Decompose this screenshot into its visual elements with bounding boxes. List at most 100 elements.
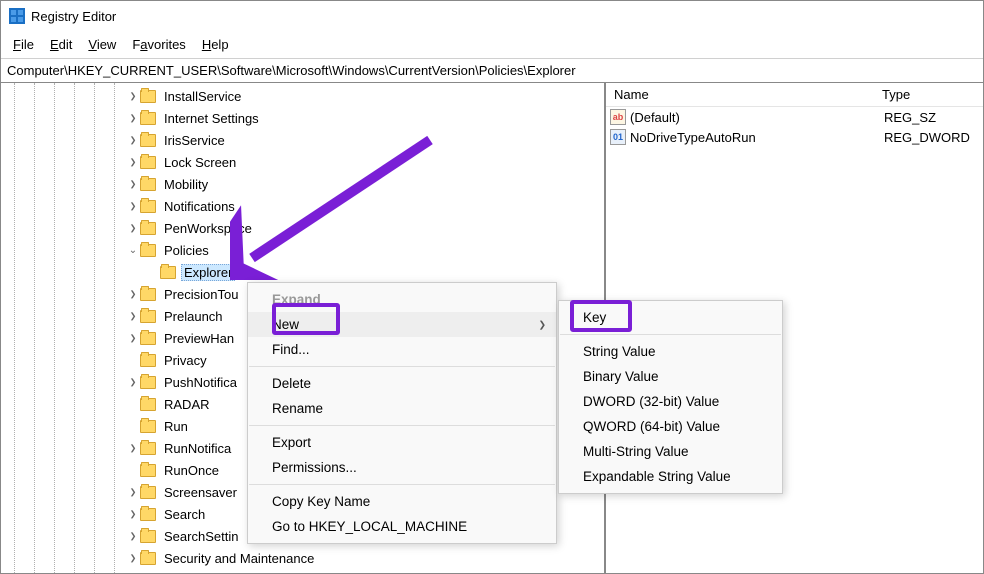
menu-help[interactable]: Help [194,33,237,56]
dword-value-icon: 01 [610,129,626,145]
ctx-new-binary[interactable]: Binary Value [559,364,782,389]
ctx-copy-key-name[interactable]: Copy Key Name [248,489,556,514]
ctx-new-string[interactable]: String Value [559,339,782,364]
folder-icon [140,398,156,411]
chevron-right-icon[interactable]: ❯ [127,136,138,145]
tree-item-label: Run [161,418,191,435]
chevron-right-icon[interactable]: ❯ [127,92,138,101]
menubar: File Edit View Favorites Help [1,31,983,59]
tree-item-label: RunOnce [161,462,222,479]
value-type: REG_DWORD [884,130,979,145]
tree-item[interactable]: ⌄Policies [1,239,604,261]
tree-item-label: RADAR [161,396,213,413]
ctx-permissions[interactable]: Permissions... [248,455,556,480]
menu-edit[interactable]: Edit [42,33,80,56]
tree-item-label: Explorer [181,264,235,281]
tree-item-label: PenWorkspace [161,220,255,237]
tree-item-label: PrecisionTou [161,286,241,303]
chevron-right-icon[interactable]: ❯ [127,444,138,453]
chevron-right-icon[interactable]: ❯ [127,312,138,321]
tree-item[interactable]: ❯Mobility [1,173,604,195]
chevron-right-icon[interactable]: ❯ [127,488,138,497]
regedit-icon [9,8,25,24]
value-type: REG_SZ [884,110,979,125]
ctx-expand: Expand [248,287,556,312]
chevron-right-icon[interactable]: ❯ [127,554,138,563]
tree-item-label: RunNotifica [161,440,234,457]
folder-icon [140,156,156,169]
folder-icon [160,266,176,279]
chevron-down-icon[interactable]: ⌄ [126,245,140,256]
chevron-right-icon[interactable]: ❯ [127,158,138,167]
ctx-find[interactable]: Find... [248,337,556,362]
chevron-right-icon[interactable]: ❯ [127,224,138,233]
tree-item-label: PushNotifica [161,374,240,391]
value-name: NoDriveTypeAutoRun [630,130,884,145]
context-menu-main: Expand New❯ Find... Delete Rename Export… [247,282,557,544]
tree-item-label: Search [161,506,208,523]
menu-view[interactable]: View [80,33,124,56]
col-header-name[interactable]: Name [606,83,874,106]
folder-icon [140,178,156,191]
ctx-rename[interactable]: Rename [248,396,556,421]
folder-icon [140,552,156,565]
folder-icon [140,112,156,125]
chevron-right-icon[interactable]: ❯ [127,378,138,387]
ctx-export[interactable]: Export [248,430,556,455]
folder-icon [140,90,156,103]
folder-icon [140,332,156,345]
tree-item[interactable]: ❯ Internet Settings [1,107,604,129]
ctx-delete[interactable]: Delete [248,371,556,396]
chevron-right-icon[interactable]: ❯ [127,180,138,189]
folder-icon [140,486,156,499]
tree-item-label: Security and Maintenance [161,550,317,567]
context-menu-new: Key String Value Binary Value DWORD (32-… [558,300,783,494]
separator [249,484,555,485]
tree-item-label: Notifications [161,198,238,215]
ctx-new-expand[interactable]: Expandable String Value [559,464,782,489]
tree-item-label: Prelaunch [161,308,226,325]
chevron-right-icon[interactable]: ❯ [127,202,138,211]
menu-favorites[interactable]: Favorites [124,33,193,56]
list-row[interactable]: ab (Default)REG_SZ [606,107,983,127]
tree-item[interactable]: Explorer [1,261,604,283]
ctx-new-dword[interactable]: DWORD (32-bit) Value [559,389,782,414]
tree-item[interactable]: ❯ Lock Screen [1,151,604,173]
window-title: Registry Editor [31,9,116,24]
string-value-icon: ab [610,109,626,125]
ctx-new-key[interactable]: Key [559,305,782,330]
chevron-right-icon[interactable]: ❯ [127,334,138,343]
folder-icon [140,464,156,477]
ctx-new-qword[interactable]: QWORD (64-bit) Value [559,414,782,439]
ctx-new[interactable]: New❯ [248,312,556,337]
tree-item[interactable]: ❯ Security and Maintenance [1,547,604,569]
tree-item-label: Lock Screen [161,154,239,171]
separator [249,366,555,367]
tree-item[interactable]: ❯IrisService [1,129,604,151]
tree-item-label: Privacy [161,352,210,369]
chevron-right-icon[interactable]: ❯ [127,114,138,123]
menu-file[interactable]: File [5,33,42,56]
folder-icon [140,200,156,213]
ctx-goto-hklm[interactable]: Go to HKEY_LOCAL_MACHINE [248,514,556,539]
tree-item[interactable]: ❯ InstallService [1,85,604,107]
list-row[interactable]: 01 NoDriveTypeAutoRunREG_DWORD [606,127,983,147]
folder-icon [140,244,156,257]
folder-icon [140,508,156,521]
col-header-type[interactable]: Type [874,83,983,106]
folder-icon [140,376,156,389]
chevron-right-icon[interactable]: ❯ [127,532,138,541]
list-header: Name Type [606,83,983,107]
tree-item[interactable]: ❯ Notifications [1,195,604,217]
chevron-right-icon[interactable]: ❯ [127,510,138,519]
tree-item-label: Internet Settings [161,110,262,127]
tree-item-label: InstallService [161,88,244,105]
value-name: (Default) [630,110,884,125]
tree-item[interactable]: ❯ PenWorkspace [1,217,604,239]
folder-icon [140,310,156,323]
folder-icon [140,222,156,235]
ctx-new-multi[interactable]: Multi-String Value [559,439,782,464]
address-bar[interactable]: Computer\HKEY_CURRENT_USER\Software\Micr… [1,59,983,83]
folder-icon [140,420,156,433]
chevron-right-icon[interactable]: ❯ [127,290,138,299]
